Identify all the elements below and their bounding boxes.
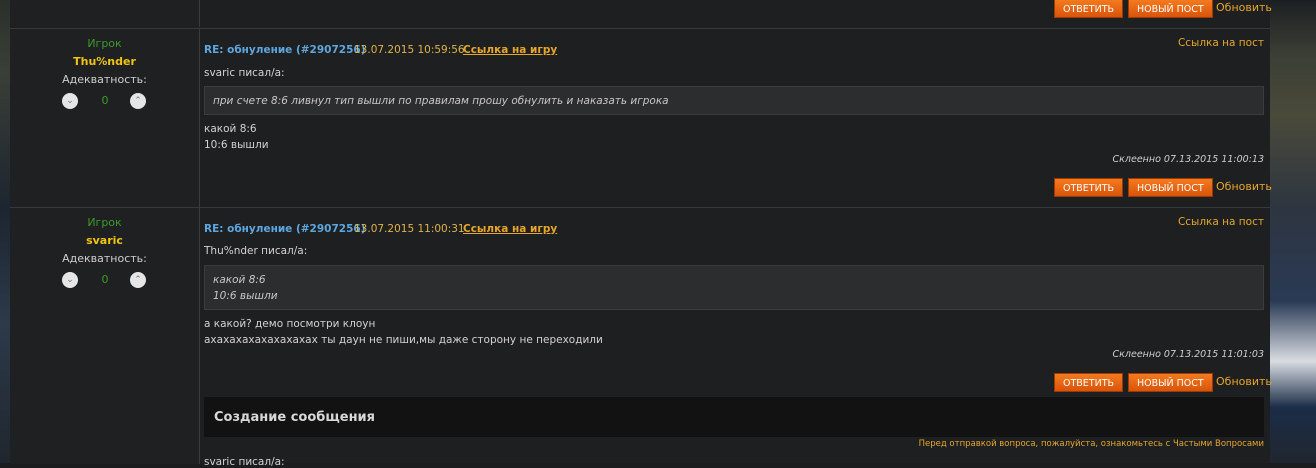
author-column (10, 0, 200, 27)
reply-button[interactable]: ОТВЕТИТЬ (1054, 0, 1124, 18)
vote-down-icon[interactable]: ⌄ (62, 93, 78, 109)
post-link[interactable]: Ссылка на пост (1178, 37, 1264, 49)
username[interactable]: svaric (10, 234, 199, 247)
quote-box: какой 8:6 10:6 вышли (204, 265, 1264, 310)
username[interactable]: Thu%nder (10, 55, 199, 68)
vote-up-icon[interactable]: ⌃ (130, 93, 146, 109)
compose-header: Создание сообщения (204, 397, 1264, 437)
post-title: RE: обнуление (#2907256) (204, 223, 366, 235)
new-post-button[interactable]: НОВЫЙ ПОСТ (1128, 373, 1213, 392)
vote-down-icon[interactable]: ⌄ (62, 272, 78, 288)
refresh-link[interactable]: Обновить (1216, 180, 1272, 193)
compose-title: Создание сообщения (214, 410, 376, 425)
new-post-button[interactable]: НОВЫЙ ПОСТ (1128, 178, 1213, 197)
new-post-button[interactable]: НОВЫЙ ПОСТ (1128, 0, 1213, 18)
quote-author: Thu%nder писал/а: (204, 245, 308, 257)
post-title: RE: обнуление (#2907256) (204, 44, 366, 56)
user-role: Игрок (87, 37, 122, 50)
post-link[interactable]: Ссылка на пост (1178, 216, 1264, 228)
game-link[interactable]: Ссылка на игру (463, 44, 557, 56)
post-message: а какой? демо посмотри клоун ахахахахаха… (204, 316, 603, 348)
user-role: Игрок (87, 216, 122, 229)
vote-count: 0 (101, 94, 109, 107)
edited-note: Склеенно 07.13.2015 11:00:13 (1112, 154, 1264, 165)
left-background-art (0, 0, 10, 463)
right-background-art (1270, 0, 1316, 463)
author-column: Игрок svaric Адекватность: ⌄ 0 ⌃ (10, 208, 200, 464)
vote-count: 0 (101, 273, 109, 286)
author-column: Игрок Thu%nder Адекватность: ⌄ 0 ⌃ (10, 29, 200, 208)
post-datetime: 13.07.2015 11:00:31 (354, 223, 465, 235)
game-link[interactable]: Ссылка на игру (463, 223, 557, 235)
quote-line: при счете 8:6 ливнул тип вышли по правил… (213, 95, 669, 107)
forum-thread: ОТВЕТИТЬ НОВЫЙ ПОСТ Обновить Игрок Thu%n… (10, 0, 1272, 468)
reply-button[interactable]: ОТВЕТИТЬ (1054, 178, 1124, 197)
faq-note-link[interactable]: Перед отправкой вопроса, пожалуйста, озн… (919, 439, 1264, 449)
adequacy-label: Адекватность: (62, 252, 147, 265)
forum-post: Игрок Thu%nder Адекватность: ⌄ 0 ⌃ RE: о… (10, 28, 1272, 208)
refresh-link[interactable]: Обновить (1216, 375, 1272, 388)
quote-line: 10:6 вышли (213, 290, 278, 302)
quote-box: при счете 8:6 ливнул тип вышли по правил… (204, 86, 1264, 115)
adequacy-label: Адекватность: (62, 73, 147, 86)
quote-author: svaric писал/а: (204, 67, 285, 79)
refresh-link[interactable]: Обновить (1216, 1, 1272, 14)
post-content: RE: обнуление (#2907256) 13.07.2015 10:5… (200, 29, 1272, 208)
vote-up-icon[interactable]: ⌃ (130, 272, 146, 288)
reply-button[interactable]: ОТВЕТИТЬ (1054, 373, 1124, 392)
post-datetime: 13.07.2015 10:59:56 (354, 44, 465, 56)
edited-note: Склеенно 07.13.2015 11:01:03 (1112, 349, 1264, 360)
message-line: 10:6 вышли (204, 139, 269, 151)
message-line: ахахахахахахахахах ты даун не пиши,мы да… (204, 334, 603, 346)
previous-post-footer: ОТВЕТИТЬ НОВЫЙ ПОСТ Обновить (10, 0, 1272, 27)
quote-line: какой 8:6 (213, 274, 266, 286)
message-line: а какой? демо посмотри клоун (204, 318, 376, 330)
post-message: какой 8:6 10:6 вышли (204, 121, 269, 153)
message-line: какой 8:6 (204, 123, 257, 135)
compose-quote-author: svaric писал/а: (204, 456, 285, 468)
